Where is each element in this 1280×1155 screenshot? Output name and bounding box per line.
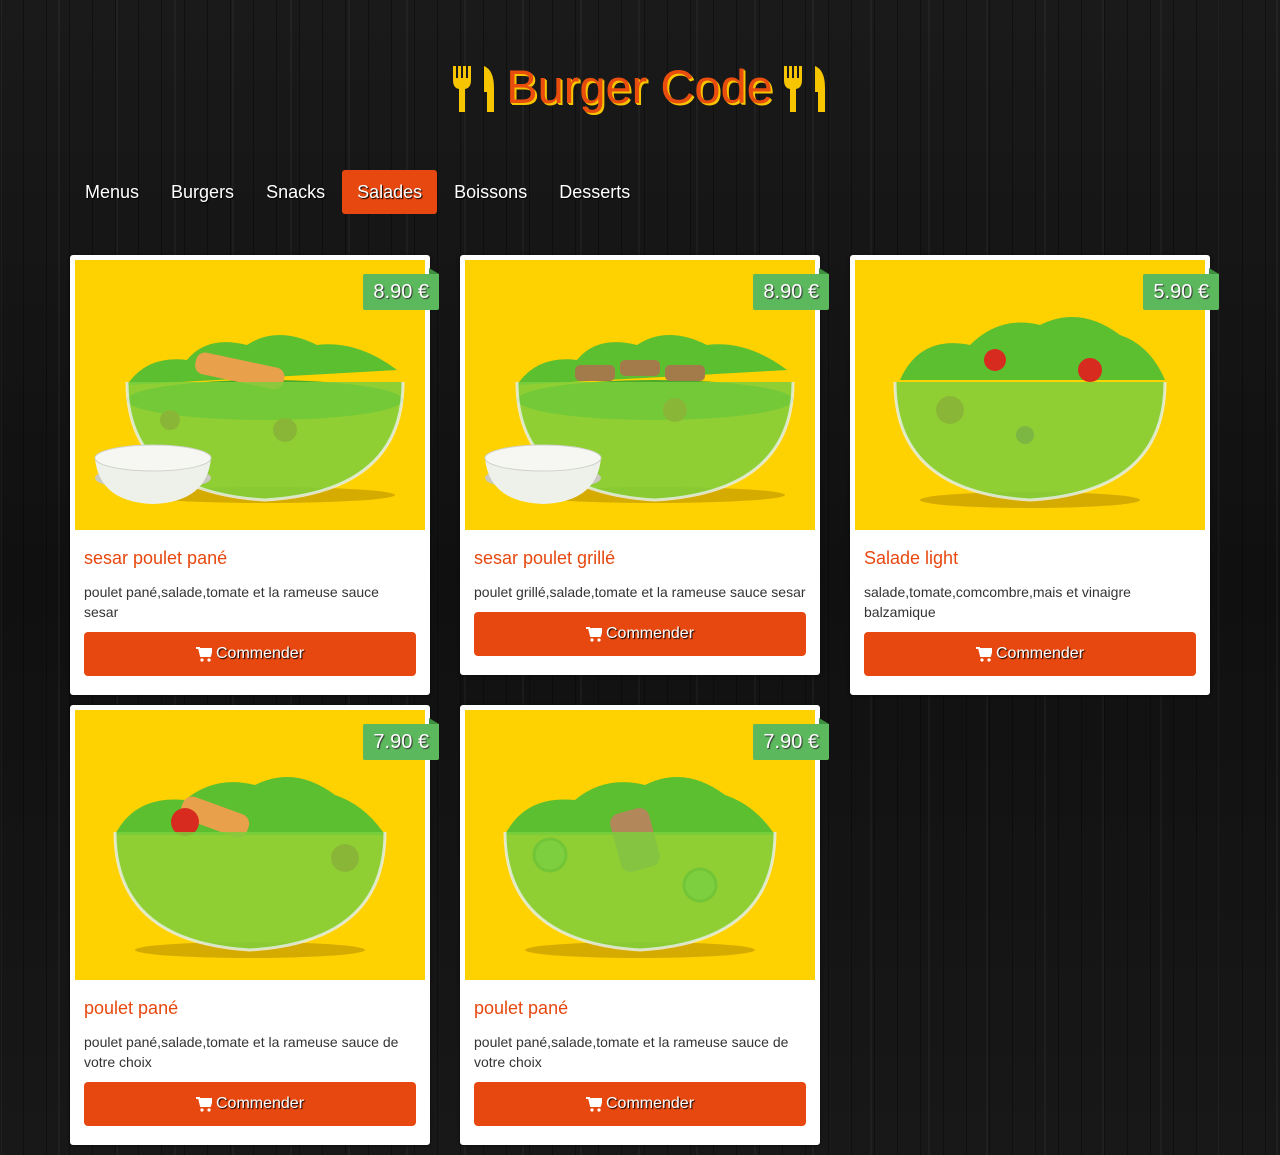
order-button-label: Commender bbox=[605, 1095, 695, 1112]
product-title: Salade light bbox=[864, 548, 959, 568]
nav-item-desserts[interactable]: Desserts bbox=[544, 170, 645, 214]
product-card: 5.90 € Salade light salade,tomate,comcom… bbox=[850, 255, 1219, 695]
order-button[interactable]: Commender bbox=[864, 632, 1196, 676]
order-button[interactable]: Commender bbox=[474, 1082, 806, 1126]
order-button-label: Commender bbox=[215, 1095, 305, 1112]
nav-item-burgers[interactable]: Burgers bbox=[156, 170, 249, 214]
product-title: poulet pané bbox=[84, 998, 179, 1018]
product-description: poulet pané,salade,tomate et la rameuse … bbox=[474, 1034, 789, 1070]
product-title: poulet pané bbox=[474, 998, 569, 1018]
product-title: sesar poulet pané bbox=[84, 548, 228, 568]
product-description: salade,tomate,comcombre,mais et vinaigre… bbox=[864, 584, 1131, 620]
product-description: poulet grillé,salade,tomate et la rameus… bbox=[474, 584, 806, 600]
order-button[interactable]: Commender bbox=[84, 632, 416, 676]
product-card: 8.90 € sesar poulet grillé poulet grillé… bbox=[460, 255, 829, 675]
category-nav: Menus Burgers Snacks Salades Boissons De… bbox=[70, 170, 647, 214]
product-image: 5.90 € bbox=[855, 260, 1219, 530]
product-card: 8.90 € sesar poulet pané poulet pané,sal… bbox=[70, 255, 439, 695]
price-badge: 7.90 € bbox=[363, 718, 439, 760]
product-image: 8.90 € bbox=[465, 260, 829, 530]
brand-title: Burger Code bbox=[506, 59, 773, 113]
order-button-label: Commender bbox=[215, 645, 305, 662]
product-image: 8.90 € bbox=[75, 260, 439, 530]
cart-icon bbox=[975, 646, 992, 662]
order-button[interactable]: Commender bbox=[474, 612, 806, 656]
price-badge: 5.90 € bbox=[1143, 268, 1219, 310]
order-button-label: Commender bbox=[995, 645, 1085, 662]
price-badge: 8.90 € bbox=[753, 268, 829, 310]
site-logo: Burger Code bbox=[0, 58, 1280, 118]
product-description: poulet pané,salade,tomate et la rameuse … bbox=[84, 584, 379, 620]
fork-knife-icon bbox=[783, 65, 825, 112]
product-description: poulet pané,salade,tomate et la rameuse … bbox=[84, 1034, 399, 1070]
cart-icon bbox=[585, 626, 602, 642]
product-card: 7.90 € poulet pané poulet pané,salade,to… bbox=[460, 705, 829, 1145]
cart-icon bbox=[585, 1096, 602, 1112]
order-button-label: Commender bbox=[605, 625, 695, 642]
price-badge: 8.90 € bbox=[363, 268, 439, 310]
product-image: 7.90 € bbox=[75, 710, 439, 980]
nav-item-salades[interactable]: Salades bbox=[342, 170, 438, 214]
cart-icon bbox=[195, 1096, 212, 1112]
order-button[interactable]: Commender bbox=[84, 1082, 416, 1126]
fork-knife-icon bbox=[453, 65, 495, 112]
product-image: 7.90 € bbox=[465, 710, 829, 980]
cart-icon bbox=[195, 646, 212, 662]
product-title: sesar poulet grillé bbox=[474, 548, 616, 568]
nav-item-menus[interactable]: Menus bbox=[70, 170, 154, 214]
product-card: 7.90 € poulet pané poulet pané,salade,to… bbox=[70, 705, 439, 1145]
price-badge: 7.90 € bbox=[753, 718, 829, 760]
nav-item-boissons[interactable]: Boissons bbox=[439, 170, 542, 214]
nav-item-snacks[interactable]: Snacks bbox=[251, 170, 340, 214]
